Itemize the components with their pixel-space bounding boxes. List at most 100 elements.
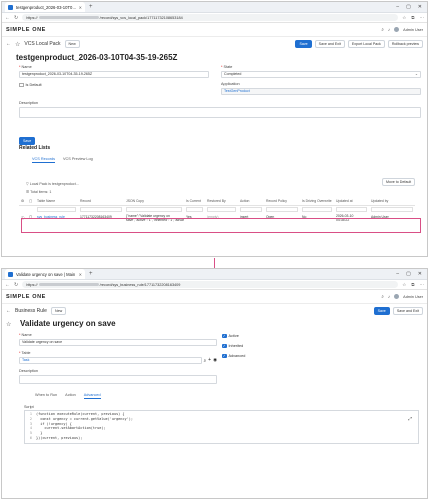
save-and-exit-button[interactable]: Save and Exit — [392, 307, 423, 315]
col-is-current[interactable]: Is Current — [184, 197, 205, 206]
extensions-icon[interactable]: ⧉ — [411, 15, 414, 21]
browser-tab[interactable]: testgenproduct_2026-03-10T04-3 ✕ — [5, 2, 85, 12]
new-button[interactable]: New — [64, 40, 80, 48]
rollback-preview-button[interactable]: Rollback preview — [387, 40, 423, 48]
back-icon[interactable]: ← — [5, 15, 10, 21]
tab-vcs-preview-log[interactable]: VCS Preview Log — [63, 157, 93, 163]
total-items-row: ☰ Total items: 1 — [26, 190, 51, 194]
state-select[interactable]: Completed ⌄ — [221, 70, 421, 78]
minimize-icon[interactable]: – — [396, 271, 399, 277]
tab-vcs-records[interactable]: VCS Records — [32, 157, 56, 163]
application-label: Application — [221, 82, 240, 86]
col-is-driving[interactable]: Is Driving Overwrite — [300, 197, 334, 206]
maximize-icon[interactable]: ▢ — [406, 4, 411, 10]
favorite-icon[interactable]: ☆ — [15, 41, 20, 48]
new-tab-icon[interactable]: + — [89, 4, 93, 10]
avatar[interactable] — [394, 27, 400, 32]
application-reference[interactable]: TestGenProduct — [221, 87, 421, 95]
settings-icon[interactable]: ⚙ — [19, 197, 27, 206]
tab-advanced[interactable]: Advanced — [83, 393, 101, 399]
save-button[interactable]: Save — [373, 307, 390, 315]
name-input[interactable]: testgenproduct_2026-03-10T04-35-19-265Z — [19, 70, 209, 78]
form-actions: Save Save and Exit Export Local Pack Rol… — [295, 40, 423, 48]
inherited-checkbox[interactable]: ✓ Inherited — [222, 343, 282, 349]
filter-input[interactable] — [266, 207, 298, 212]
col-restored-by[interactable]: Restored By — [205, 197, 238, 206]
minimize-icon[interactable]: – — [396, 4, 399, 10]
save-button-bottom[interactable]: Save — [19, 137, 36, 145]
notification-icon[interactable]: ♪ — [388, 27, 390, 32]
add-icon[interactable]: + — [208, 357, 211, 363]
tab-when-to-run[interactable]: When to Run — [35, 393, 57, 399]
move-to-default-button[interactable]: Move to Default — [382, 178, 416, 186]
back-icon[interactable]: ← — [5, 282, 10, 288]
filter-input[interactable] — [207, 207, 236, 212]
filter-input[interactable] — [371, 207, 413, 212]
user-name[interactable]: Admin User — [403, 28, 423, 32]
browser-tools: ☆ ⧉ ⋯ — [402, 282, 424, 288]
col-updated-by[interactable]: Updated by — [369, 197, 415, 206]
col-record[interactable]: Record — [78, 197, 124, 206]
star-icon[interactable]: ☆ — [402, 282, 406, 288]
user-name[interactable]: Admin User — [403, 295, 423, 299]
row-highlight — [21, 218, 421, 233]
export-local-pack-button[interactable]: Export Local Pack — [347, 40, 385, 48]
back-arrow-icon[interactable]: ← — [6, 41, 11, 47]
table-reference[interactable]: Task — [19, 356, 202, 364]
script-editor[interactable]: 123456 (function executeRule(current, pr… — [24, 410, 419, 444]
url-input[interactable]: https:// /record/sys_business_rule/17711… — [22, 281, 399, 288]
name-input[interactable]: Validate urgency on save — [19, 338, 217, 346]
active-checkbox[interactable]: ✓ Active — [222, 333, 282, 339]
filter-input[interactable] — [302, 207, 332, 212]
search-icon[interactable]: ⌕ — [381, 294, 384, 299]
col-action[interactable]: Action — [238, 197, 264, 206]
code-line: const urgency = current.getValue('urgenc… — [36, 416, 133, 421]
col-updated-at[interactable]: Updated at — [334, 197, 369, 206]
favorite-icon[interactable]: ☆ — [6, 321, 11, 328]
breadcrumb-text[interactable]: Local Pack is testgenproduct... — [30, 182, 79, 186]
advanced-checkbox[interactable]: ✓ Advanced — [222, 353, 282, 359]
filter-input[interactable] — [336, 207, 367, 212]
maximize-icon[interactable]: ▢ — [406, 271, 411, 277]
notification-icon[interactable]: ♪ — [388, 294, 390, 299]
refresh-icon[interactable]: ↻ — [14, 282, 18, 288]
col-table-name[interactable]: Table Name — [35, 197, 78, 206]
app-header: SIMPLE ONE ⌕ ♪ Admin User — [2, 23, 427, 37]
expand-icon[interactable]: ⤢ — [408, 417, 412, 423]
close-tab-icon[interactable]: ✕ — [79, 272, 82, 277]
close-window-icon[interactable]: ✕ — [418, 271, 422, 277]
menu-icon[interactable]: ⋯ — [420, 15, 425, 21]
filter-input[interactable] — [126, 207, 182, 212]
search-icon[interactable]: ⌕ — [204, 358, 207, 363]
filter-input[interactable] — [80, 207, 122, 212]
save-and-exit-button[interactable]: Save and Exit — [314, 40, 345, 48]
address-bar-row: ← ↻ https:// /record/sys_vcs_local_pack/… — [2, 13, 427, 23]
description-textarea[interactable] — [19, 374, 217, 384]
is-default-group: Is Default — [19, 82, 209, 88]
menu-icon[interactable]: ⋯ — [420, 282, 425, 288]
is-default-checkbox[interactable]: Is Default — [19, 82, 209, 88]
url-input[interactable]: https:// /record/sys_vcs_local_pack/1771… — [22, 14, 399, 21]
filter-input[interactable] — [37, 207, 76, 212]
save-button[interactable]: Save — [295, 40, 312, 48]
preview-icon[interactable]: ◉ — [213, 357, 217, 363]
filter-row — [19, 206, 415, 214]
star-icon[interactable]: ☆ — [402, 15, 406, 21]
close-window-icon[interactable]: ✕ — [418, 4, 422, 10]
new-button[interactable]: New — [50, 307, 67, 315]
back-arrow-icon[interactable]: ← — [6, 308, 11, 314]
description-textarea[interactable] — [19, 106, 421, 118]
avatar[interactable] — [394, 294, 400, 299]
refresh-icon[interactable]: ↻ — [14, 15, 18, 21]
search-icon[interactable]: ⌕ — [381, 27, 384, 32]
close-tab-icon[interactable]: ✕ — [79, 5, 82, 10]
col-record-policy[interactable]: Record Policy — [264, 197, 300, 206]
select-all-checkbox[interactable]: ▢ — [27, 197, 35, 206]
filter-input[interactable] — [186, 207, 203, 212]
new-tab-icon[interactable]: + — [89, 271, 93, 277]
col-json-copy[interactable]: JSON Copy — [124, 197, 184, 206]
extensions-icon[interactable]: ⧉ — [411, 282, 414, 288]
browser-tab[interactable]: Validate urgency on save | Main ✕ — [5, 269, 85, 279]
filter-input[interactable] — [240, 207, 262, 212]
tab-action[interactable]: Action — [65, 393, 76, 399]
